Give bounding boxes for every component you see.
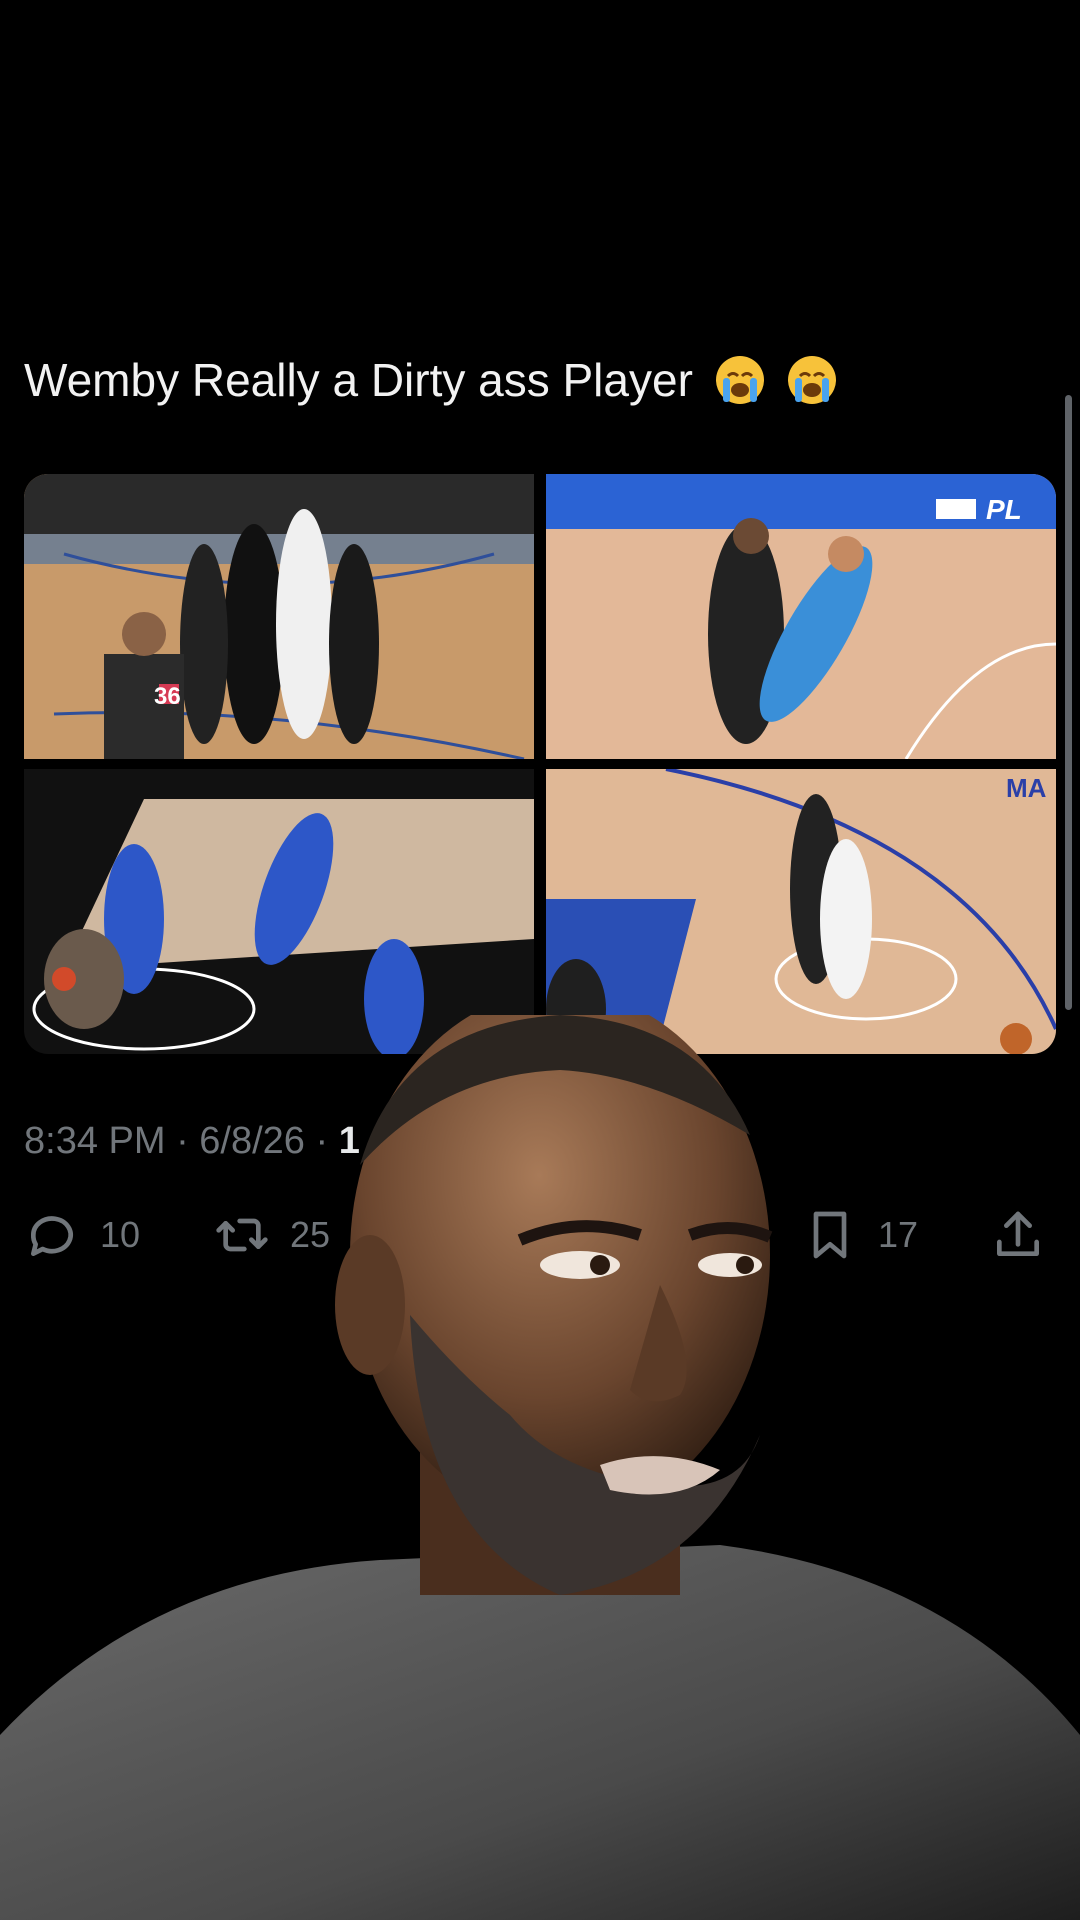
scrollbar[interactable] bbox=[1065, 395, 1072, 1010]
media-image-3[interactable] bbox=[24, 769, 534, 1054]
tweet-body: Wemby Really a Dirty ass Player bbox=[24, 354, 693, 406]
person-reaction-overlay bbox=[0, 1015, 1080, 1920]
media-image-1[interactable]: 36 bbox=[24, 474, 534, 759]
basketball-scene-image: PL bbox=[546, 474, 1056, 759]
basketball-scene-image bbox=[24, 769, 534, 1054]
basketball-scene-image: MA bbox=[546, 769, 1056, 1054]
crying-face-emoji-icon bbox=[715, 356, 764, 404]
court-text: MA bbox=[1006, 773, 1047, 803]
media-grid[interactable]: 36 PL MA bbox=[24, 474, 1056, 1054]
media-image-2[interactable]: PL bbox=[546, 474, 1056, 759]
tweet-text: Wemby Really a Dirty ass Player bbox=[24, 350, 838, 410]
basketball-scene-image: 36 bbox=[24, 474, 534, 759]
court-text: PL bbox=[986, 494, 1022, 525]
person-image bbox=[0, 1015, 1080, 1920]
referee-number: 36 bbox=[154, 683, 181, 710]
media-image-4[interactable]: MA bbox=[546, 769, 1056, 1054]
crying-face-emoji-icon bbox=[788, 356, 837, 404]
